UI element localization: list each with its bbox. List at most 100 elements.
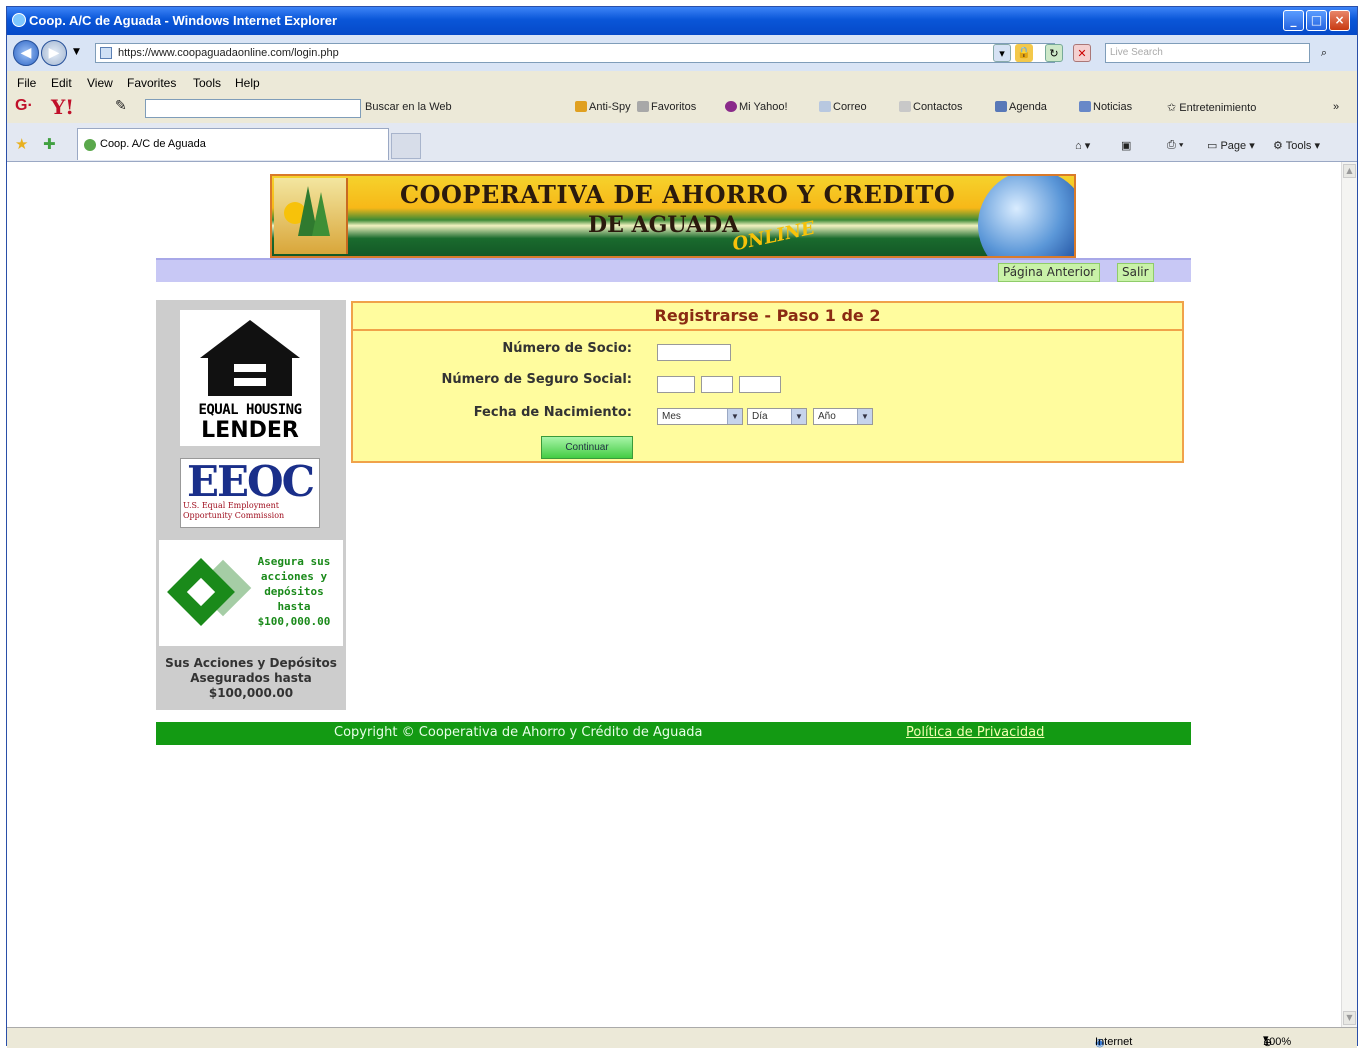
menu-file[interactable]: File	[17, 76, 36, 90]
toolbar-agenda[interactable]: Agenda	[995, 101, 1047, 113]
year-select[interactable]: Año ▼	[813, 408, 873, 425]
back-button[interactable]: ◀	[13, 40, 39, 66]
favorites-icon	[637, 101, 649, 112]
yahoo-search-button[interactable]: Buscar en la Web	[365, 101, 452, 113]
home-icon[interactable]: ⌂ ▾	[1075, 139, 1090, 152]
toolbar-correo[interactable]: Correo	[819, 101, 867, 113]
continue-button[interactable]: Continuar	[541, 436, 633, 459]
house-body-icon	[208, 356, 292, 396]
browser-window: Coop. A/C de Aguada - Windows Internet E…	[6, 6, 1358, 1049]
day-select[interactable]: Día ▼	[747, 408, 807, 425]
ehl-line1: EQUAL HOUSING	[198, 402, 302, 418]
page-footer: Copyright © Cooperativa de Ahorro y Créd…	[156, 722, 1191, 745]
anti-spy-icon	[575, 101, 587, 112]
add-favorites-icon[interactable]: ✚	[43, 135, 56, 153]
calendar-icon	[995, 101, 1007, 112]
print-icon[interactable]: ⎙ ▾	[1167, 139, 1183, 152]
toolbar-contactos[interactable]: Contactos	[899, 101, 963, 113]
tools-menu[interactable]: ⚙ Tools ▾	[1273, 139, 1320, 152]
address-url: https://www.coopaguadaonline.com/login.p…	[118, 47, 339, 59]
banner-title-line2: DE AGUADA	[588, 212, 740, 238]
yahoo-search-input[interactable]	[145, 99, 361, 118]
chevron-down-icon: ▼	[791, 409, 806, 424]
close-button[interactable]: ×	[1329, 10, 1350, 31]
globe-icon	[978, 176, 1074, 256]
day-value: Día	[752, 411, 768, 422]
ie-logo-icon	[12, 13, 26, 27]
member-number-label: Número de Socio:	[502, 341, 632, 356]
tab-title: Coop. A/C de Aguada	[100, 138, 206, 150]
salir-link[interactable]: Salir	[1117, 263, 1154, 282]
ncua-insurance-logo: Asegura sus acciones y depósitos hasta $…	[159, 540, 343, 646]
ssn-part3-input[interactable]	[739, 376, 781, 393]
month-select[interactable]: Mes ▼	[657, 408, 743, 425]
star-icon: ✩	[1167, 102, 1180, 114]
address-row: ◀ ▶ ▼ https://www.coopaguadaonline.com/l…	[7, 35, 1357, 71]
scroll-down-icon[interactable]: ▼	[1343, 1011, 1356, 1025]
tab-coop-aguada[interactable]: Coop. A/C de Aguada	[77, 128, 389, 160]
yahoo-logo-icon[interactable]: Y!	[51, 95, 74, 119]
toolbar-noticias[interactable]: Noticias	[1079, 101, 1132, 113]
menu-edit[interactable]: Edit	[51, 76, 72, 90]
member-number-input[interactable]	[657, 344, 731, 361]
search-input[interactable]: Live Search	[1105, 43, 1310, 63]
pencil-icon[interactable]: ✎	[115, 97, 127, 114]
chevron-down-icon: ▼	[727, 409, 742, 424]
privacy-policy-link[interactable]: Política de Privacidad	[906, 725, 1044, 740]
ssn-part1-input[interactable]	[657, 376, 695, 393]
status-bar: ◉ Internet ⊕ 100% ▾	[7, 1027, 1357, 1049]
copyright-text: Copyright © Cooperativa de Ahorro y Créd…	[334, 725, 703, 740]
dob-label: Fecha de Nacimiento:	[473, 405, 632, 420]
lock-icon[interactable]: 🔒	[1015, 44, 1033, 62]
mail-icon	[819, 101, 831, 112]
tab-favicon-icon	[84, 139, 96, 151]
favorites-star-icon[interactable]: ★	[15, 135, 28, 153]
address-bar[interactable]: https://www.coopaguadaonline.com/login.p…	[95, 43, 1055, 63]
forward-button[interactable]: ▶	[41, 40, 67, 66]
tree-icon	[312, 192, 330, 236]
banner-online-text: ONLINE	[730, 217, 817, 256]
ehl-line2: LENDER	[201, 418, 299, 443]
refresh-icon[interactable]: ↻	[1045, 44, 1063, 62]
menu-favorites[interactable]: Favorites	[127, 76, 176, 90]
toolbar-anti-spy[interactable]: Anti-Spy	[575, 101, 631, 113]
stop-icon[interactable]: ✕	[1073, 44, 1091, 62]
insurance-caption: Sus Acciones y Depósitos Asegurados hast…	[165, 656, 337, 700]
zoom-level[interactable]: ⊕ 100% ▾	[1263, 1032, 1291, 1049]
pagina-anterior-link[interactable]: Página Anterior	[998, 263, 1101, 282]
toolbar-favoritos[interactable]: Favoritos	[637, 101, 696, 113]
new-tab-button[interactable]	[391, 133, 421, 159]
google-icon[interactable]: G·	[15, 97, 33, 115]
equal-housing-lender-logo: EQUAL HOUSING LENDER	[180, 310, 320, 446]
page-viewport: COOPERATIVA DE AHORRO Y CREDITO DE AGUAD…	[7, 162, 1341, 1027]
eeoc-logo: EEOC U.S. Equal Employment Opportunity C…	[180, 457, 320, 528]
house-roof-icon	[200, 320, 300, 358]
contacts-icon	[899, 101, 911, 112]
yahoo-toolbar: G· Y! ✎ Buscar en la Web Anti-Spy Favori…	[7, 93, 1357, 123]
eeoc-subtitle: U.S. Equal Employment Opportunity Commis…	[183, 501, 285, 520]
maximize-button[interactable]: □	[1306, 10, 1327, 31]
ssn-part2-input[interactable]	[701, 376, 733, 393]
toolbar-entretenimiento[interactable]: ✩ Entretenimiento	[1167, 101, 1256, 114]
eeoc-title: EEOC	[186, 457, 315, 506]
page-menu[interactable]: ▭ Page ▾	[1207, 139, 1255, 152]
ssn-label: Número de Seguro Social:	[441, 372, 632, 387]
form-title: Registrarse - Paso 1 de 2	[353, 303, 1182, 331]
search-icon[interactable]: ⌕	[1315, 44, 1333, 62]
history-dropdown-icon[interactable]: ▼	[73, 47, 80, 57]
scroll-up-icon[interactable]: ▲	[1343, 164, 1356, 178]
menu-help[interactable]: Help	[235, 76, 260, 90]
month-value: Mes	[662, 411, 681, 422]
toolbar-more-chevron[interactable]: »	[1333, 101, 1339, 113]
menu-tools[interactable]: Tools	[193, 76, 221, 90]
feeds-icon[interactable]: ▣	[1121, 139, 1131, 152]
chevron-down-icon: ▼	[857, 409, 872, 424]
toolbar-mi-yahoo[interactable]: Mi Yahoo!	[725, 101, 788, 113]
vertical-scrollbar[interactable]: ▲ ▼	[1341, 162, 1357, 1027]
page-icon	[100, 47, 112, 59]
minimize-button[interactable]: _	[1283, 10, 1304, 31]
menu-view[interactable]: View	[87, 76, 113, 90]
news-icon	[1079, 101, 1091, 112]
address-dropdown-icon[interactable]: ▾	[993, 44, 1011, 62]
menu-bar: File Edit View Favorites Tools Help	[7, 71, 1357, 93]
